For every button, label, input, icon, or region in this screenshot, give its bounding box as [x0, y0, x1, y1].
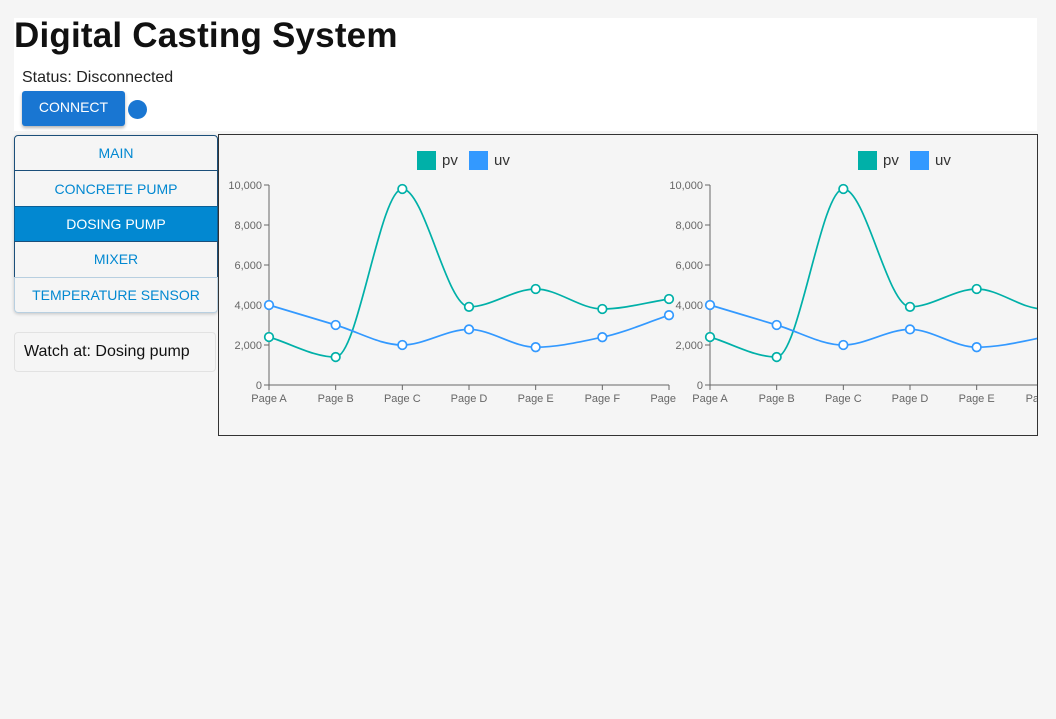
x-tick-label: Page A — [251, 393, 287, 405]
series-line-pv — [709, 188, 1037, 358]
y-tick-label: 4,000 — [675, 300, 703, 312]
data-point-pv[interactable] — [463, 301, 475, 312]
y-tick-label: 6,000 — [234, 260, 262, 272]
y-tick-label: 0 — [256, 380, 262, 392]
data-point-uv[interactable] — [330, 319, 341, 331]
connect-button[interactable]: CONNECT — [22, 91, 125, 126]
y-tick-label: 2,000 — [675, 340, 703, 352]
data-point-pv[interactable] — [771, 351, 782, 363]
y-tick-label: 8,000 — [234, 220, 262, 232]
x-tick-label: Page F — [1026, 393, 1038, 405]
x-tick-label: Page E — [518, 393, 554, 405]
x-tick-label: Page B — [318, 393, 354, 405]
data-point-uv[interactable] — [771, 319, 782, 331]
series-line-uv — [709, 304, 1037, 349]
nav-item-temperature-sensor[interactable]: TEMPERATURE SENSOR — [14, 276, 218, 313]
nav-item-dosing-pump[interactable]: DOSING PUMP — [14, 205, 218, 243]
x-tick-label: Page D — [451, 393, 488, 405]
data-point-uv[interactable] — [904, 324, 916, 335]
page-title: Digital Casting System — [14, 16, 398, 55]
legend-swatch-pv — [858, 151, 877, 170]
y-tick-label: 6,000 — [675, 260, 703, 272]
data-point-uv[interactable] — [971, 342, 982, 353]
data-point-pv[interactable] — [597, 303, 608, 315]
line-chart-2: pv uv 0 2,000 4,000 6,000 8,000 10,000 Page A Pag… — [669, 151, 1038, 405]
y-tick-label: 4,000 — [234, 300, 262, 312]
legend-label-uv: uv — [935, 152, 951, 169]
data-point-pv[interactable] — [263, 331, 275, 343]
data-point-uv[interactable] — [263, 299, 275, 311]
x-tick-label: Page D — [892, 393, 929, 405]
legend-label-pv: pv — [883, 152, 899, 169]
x-tick-label: Page C — [825, 393, 862, 405]
data-point-pv[interactable] — [838, 183, 849, 195]
x-tick-label: Page A — [692, 393, 728, 405]
legend-swatch-uv — [469, 151, 488, 170]
data-point-pv[interactable] — [397, 183, 408, 195]
x-tick-label: Page F — [585, 393, 621, 405]
data-point-uv[interactable] — [530, 342, 541, 353]
legend-swatch-uv — [910, 151, 929, 170]
y-tick-label: 8,000 — [675, 220, 703, 232]
nav-item-mixer[interactable]: MIXER — [14, 241, 218, 278]
legend-label-uv: uv — [494, 152, 510, 169]
legend-label-pv: pv — [442, 152, 458, 169]
watch-label: Watch at: Dosing pump — [24, 343, 190, 360]
connection-status: Status: Disconnected — [22, 69, 174, 86]
data-point-pv[interactable] — [330, 351, 341, 363]
charts-panel: pv uv 0 2,000 4,000 6,000 8,000 10,000 Page A Pag… — [218, 134, 1038, 436]
line-chart-1: pv uv 0 2,000 4,000 6,000 8,000 10,000 Page A Pag… — [228, 151, 678, 405]
data-point-uv[interactable] — [397, 339, 408, 351]
status-indicator-dot — [128, 100, 147, 119]
x-tick-label: Page E — [959, 393, 995, 405]
device-nav: MAIN CONCRETE PUMP DOSING PUMP MIXER TEM… — [14, 135, 218, 313]
data-point-pv[interactable] — [530, 283, 541, 295]
data-point-uv[interactable] — [463, 324, 475, 335]
x-tick-label: Page B — [759, 393, 795, 405]
nav-item-concrete-pump[interactable]: CONCRETE PUMP — [14, 170, 218, 207]
data-point-uv[interactable] — [838, 339, 849, 351]
y-tick-label: 2,000 — [234, 340, 262, 352]
x-tick-label: Page C — [384, 393, 421, 405]
data-point-pv[interactable] — [904, 301, 916, 312]
data-point-uv[interactable] — [704, 299, 716, 311]
data-point-pv[interactable] — [971, 283, 982, 295]
y-tick-label: 0 — [697, 380, 703, 392]
watch-info: Watch at: Dosing pump — [14, 332, 216, 372]
nav-item-main[interactable]: MAIN — [14, 135, 218, 172]
y-tick-label: 10,000 — [228, 180, 262, 192]
data-point-uv[interactable] — [597, 332, 608, 343]
y-tick-label: 10,000 — [669, 180, 703, 192]
data-point-pv[interactable] — [704, 331, 716, 343]
legend-swatch-pv — [417, 151, 436, 170]
